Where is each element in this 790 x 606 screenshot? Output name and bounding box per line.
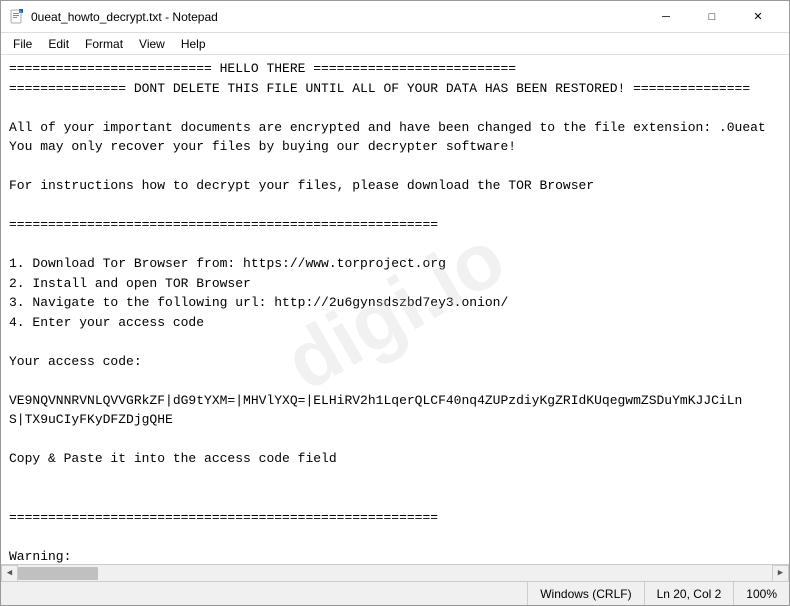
app-icon bbox=[9, 9, 25, 25]
scroll-track[interactable] bbox=[18, 565, 772, 581]
window-controls: ─ □ ✕ bbox=[643, 1, 781, 33]
editor-area[interactable]: digi.io ========================== HELLO… bbox=[1, 55, 789, 564]
status-bar: Windows (CRLF) Ln 20, Col 2 100% bbox=[1, 581, 789, 605]
zoom-section: 100% bbox=[734, 582, 789, 605]
scroll-thumb[interactable] bbox=[18, 567, 98, 580]
notepad-window: 0ueat_howto_decrypt.txt - Notepad ─ □ ✕ … bbox=[0, 0, 790, 606]
menu-file[interactable]: File bbox=[5, 35, 40, 53]
maximize-button[interactable]: □ bbox=[689, 1, 735, 33]
menu-edit[interactable]: Edit bbox=[40, 35, 77, 53]
zoom-label: 100% bbox=[746, 587, 777, 601]
minimize-button[interactable]: ─ bbox=[643, 1, 689, 33]
encoding-label: Windows (CRLF) bbox=[540, 587, 631, 601]
editor-content[interactable]: ========================== HELLO THERE =… bbox=[9, 59, 781, 564]
encoding-section: Windows (CRLF) bbox=[528, 582, 644, 605]
close-button[interactable]: ✕ bbox=[735, 1, 781, 33]
position-label: Ln 20, Col 2 bbox=[657, 587, 722, 601]
title-bar: 0ueat_howto_decrypt.txt - Notepad ─ □ ✕ bbox=[1, 1, 789, 33]
scroll-right-button[interactable]: ▶ bbox=[772, 565, 789, 582]
horizontal-scrollbar[interactable]: ◀ ▶ bbox=[1, 564, 789, 581]
menu-view[interactable]: View bbox=[131, 35, 173, 53]
scroll-left-button[interactable]: ◀ bbox=[1, 565, 18, 582]
status-fill bbox=[1, 582, 528, 605]
menu-bar: File Edit Format View Help bbox=[1, 33, 789, 55]
menu-help[interactable]: Help bbox=[173, 35, 214, 53]
window-title: 0ueat_howto_decrypt.txt - Notepad bbox=[31, 10, 643, 24]
menu-format[interactable]: Format bbox=[77, 35, 131, 53]
position-section: Ln 20, Col 2 bbox=[645, 582, 735, 605]
